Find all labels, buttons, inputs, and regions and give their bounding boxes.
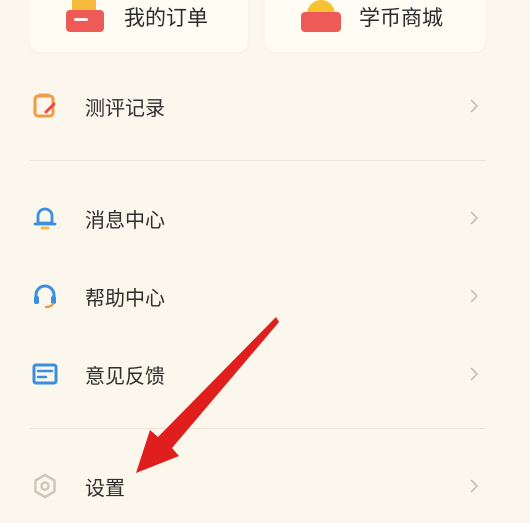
- my-orders-card[interactable]: 我的订单: [30, 0, 248, 52]
- bell-icon: [30, 203, 60, 233]
- gear-icon: [30, 471, 60, 501]
- menu-item-feedback[interactable]: 意见反馈: [30, 346, 485, 402]
- order-folder-icon: [64, 0, 108, 32]
- chevron-right-icon: [470, 211, 479, 225]
- menu-item-help[interactable]: 帮助中心: [30, 268, 485, 324]
- mail-icon: [30, 359, 60, 389]
- messages-label: 消息中心: [85, 207, 165, 232]
- chevron-right-icon: [470, 99, 479, 113]
- help-label: 帮助中心: [85, 285, 165, 310]
- clipboard-icon: [30, 91, 60, 121]
- menu-item-settings[interactable]: 设置: [30, 458, 485, 514]
- chevron-right-icon: [470, 367, 479, 381]
- menu-item-messages[interactable]: 消息中心: [30, 190, 485, 246]
- menu-item-evaluation-records[interactable]: 测评记录: [30, 78, 485, 134]
- quick-entry-cards: 我的订单 学币商城: [0, 0, 530, 72]
- profile-menu-screen: 我的订单 学币商城 测评记录 消息中心 帮助中心 意见反馈 设置: [0, 0, 530, 523]
- settings-label: 设置: [85, 475, 125, 500]
- coin-shop-card[interactable]: 学币商城: [265, 0, 485, 52]
- section-divider: [30, 428, 485, 429]
- my-orders-label: 我的订单: [124, 6, 208, 30]
- coin-shop-icon: [299, 0, 343, 32]
- headset-icon: [30, 281, 60, 311]
- feedback-label: 意见反馈: [85, 363, 165, 388]
- evaluation-records-label: 测评记录: [85, 95, 165, 120]
- chevron-right-icon: [470, 289, 479, 303]
- chevron-right-icon: [470, 479, 479, 493]
- section-divider: [30, 160, 485, 161]
- coin-shop-label: 学币商城: [359, 6, 443, 30]
